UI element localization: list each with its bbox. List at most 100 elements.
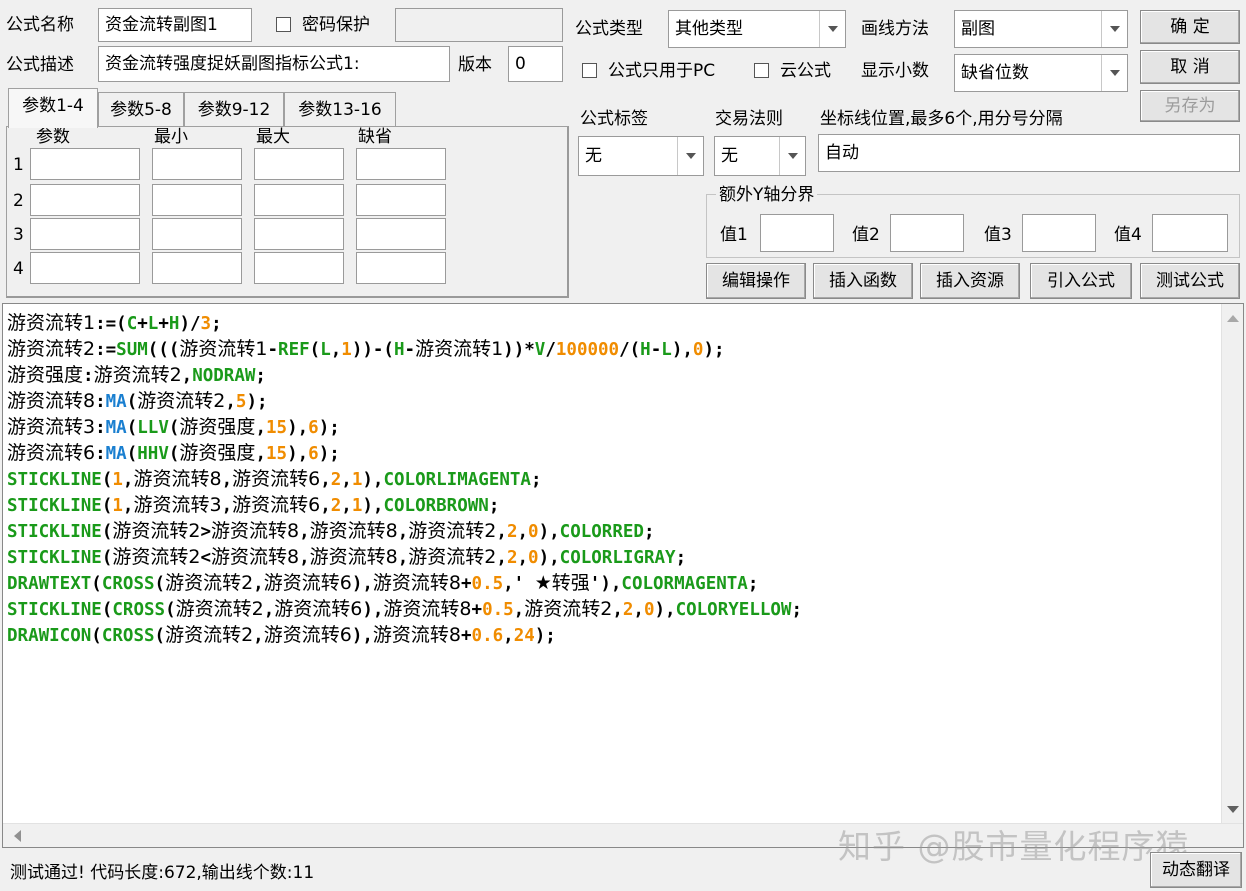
code-token: 游资流转8 [383,598,472,620]
code-line[interactable]: 游资流转8:MA(游资流转2,5); [7,388,802,414]
param-3-min[interactable] [152,218,242,250]
code-token: 游资流转6 [263,624,352,646]
extra-y-value-2-label: 值2 [852,225,880,245]
code-token: , [341,470,352,490]
chevron-down-icon[interactable] [779,137,805,175]
param-2-max[interactable] [254,184,344,216]
tab-params-9-12[interactable]: 参数9-12 [184,92,284,126]
code-token: HHV [137,444,169,464]
triangle-down-icon[interactable] [1222,798,1244,820]
watermark: 知乎 @股市量化程序猿 [838,827,1190,866]
code-token: 游资流转2 [93,364,182,386]
tab-params-13-16[interactable]: 参数13-16 [284,92,396,126]
formula-desc-input[interactable]: 资金流转强度捉妖副图指标公式1: [98,46,450,82]
param-1-max[interactable] [254,148,344,180]
code-line[interactable]: STICKLINE(CROSS(游资流转2,游资流转6),游资流转8+0.5,游… [7,596,802,622]
code-token: ); [318,418,340,438]
extra-y-value-2-input[interactable] [890,214,964,252]
axis-position-input[interactable]: 自动 [818,134,1240,172]
edit-operation-button[interactable]: 编辑操作 [706,263,806,299]
code-line[interactable]: DRAWTEXT(CROSS(游资流转2,游资流转6),游资流转8+0.5,' … [7,570,802,596]
code-token: , [633,600,644,620]
chevron-down-icon[interactable] [1101,55,1127,91]
code-token: , [221,496,233,516]
code-line[interactable]: STICKLINE(1,游资流转3,游资流转6,2,1),COLORBROWN; [7,492,802,518]
param-1-default[interactable] [356,148,446,180]
code-token: :=( [95,314,127,334]
code-token: 0 [692,340,704,360]
formula-type-value: 其他类型 [675,19,743,39]
param-4-default[interactable] [356,252,446,284]
trade-rule-label: 交易法则 [715,109,783,129]
code-token: COLORRED [559,522,644,542]
cloud-formula-label: 云公式 [780,61,831,81]
insert-resource-button[interactable]: 插入资源 [920,263,1020,299]
import-formula-button[interactable]: 引入公式 [1030,263,1132,299]
code-token: 游资流转8 [7,390,96,412]
code-token: := [95,340,117,360]
code-line[interactable]: 游资强度:游资流转2,NODRAW; [7,362,802,388]
code-token: + [137,314,148,334]
vertical-scrollbar[interactable] [1221,304,1243,824]
param-3-name[interactable] [30,218,140,250]
code-token: ( [168,444,180,464]
decimal-select[interactable]: 缺省位数 [954,54,1128,92]
formula-tag-select[interactable]: 无 [578,136,704,176]
triangle-left-icon[interactable] [7,825,29,847]
triangle-up-icon[interactable] [1222,308,1244,330]
chevron-down-icon[interactable] [1101,11,1127,47]
version-input[interactable]: 0 [508,46,563,82]
param-3-default[interactable] [356,218,446,250]
code-token: , [330,340,342,360]
code-token: , [255,418,266,438]
trade-rule-select[interactable]: 无 [714,136,806,176]
code-line[interactable]: STICKLINE(1,游资流转8,游资流转6,2,1),COLORLIMAGE… [7,466,802,492]
code-token: 游资流转8 [211,520,300,542]
param-2-min[interactable] [152,184,242,216]
dynamic-translate-button[interactable]: 动态翻译 [1150,852,1242,888]
param-1-name[interactable] [30,148,140,180]
param-2-name[interactable] [30,184,140,216]
code-line[interactable]: DRAWICON(CROSS(游资流转2,游资流转6),游资流转8+0.6,24… [7,622,802,648]
param-4-min[interactable] [152,252,242,284]
cloud-formula-checkbox[interactable] [754,63,769,78]
code-line[interactable]: STICKLINE(游资流转2<游资流转8,游资流转8,游资流转2,2,0),C… [7,544,802,570]
extra-y-value-4-input[interactable] [1152,214,1228,252]
code-token: CROSS [101,574,155,594]
code-token: NODRAW [192,366,256,386]
code-token: ( [126,418,138,438]
code-content[interactable]: 游资流转1:=(C+L+H)/3; 游资流转2:=SUM(((游资流转1-REF(… [7,310,802,648]
test-formula-button[interactable]: 测试公式 [1140,263,1240,299]
code-token: )/ [179,314,201,334]
code-token: ); [318,444,340,464]
code-line[interactable]: 游资流转6:MA(HHV(游资强度,15),6); [7,440,802,466]
code-editor[interactable]: 游资流转1:=(C+L+H)/3; 游资流转2:=SUM(((游资流转1-REF(… [2,303,1244,848]
tab-params-1-4[interactable]: 参数1-4 [8,88,98,128]
formula-desc-label: 公式描述 [6,55,74,75]
param-4-name[interactable] [30,252,140,284]
code-line[interactable]: 游资流转2:=SUM(((游资流转1-REF(L,1))-(H-游资流转1))*… [7,336,802,362]
chevron-down-icon[interactable] [819,11,845,47]
cancel-button[interactable]: 取 消 [1140,50,1240,84]
param-2-default[interactable] [356,184,446,216]
formula-type-select[interactable]: 其他类型 [668,10,846,48]
pc-only-checkbox[interactable] [582,63,597,78]
code-line[interactable]: STICKLINE(游资流转2>游资流转8,游资流转8,游资流转2,2,0),C… [7,518,802,544]
code-line[interactable]: 游资流转1:=(C+L+H)/3; [7,310,802,336]
param-3-max[interactable] [254,218,344,250]
code-token: 6 [308,444,319,464]
extra-y-value-3-input[interactable] [1022,214,1096,252]
tab-params-5-8[interactable]: 参数5-8 [98,92,184,126]
insert-function-button[interactable]: 插入函数 [813,263,913,299]
draw-method-select[interactable]: 副图 [954,10,1128,48]
ok-button[interactable]: 确 定 [1140,10,1240,44]
param-4-max[interactable] [254,252,344,284]
extra-y-value-1-input[interactable] [760,214,834,252]
chevron-down-icon[interactable] [677,137,703,175]
code-token: ); [703,340,725,360]
param-1-min[interactable] [152,148,242,180]
code-line[interactable]: 游资流转3:MA(LLV(游资强度,15),6); [7,414,802,440]
code-token: , [253,574,264,594]
password-protect-checkbox[interactable] [276,17,291,32]
formula-name-input[interactable]: 资金流转副图1 [98,8,252,42]
